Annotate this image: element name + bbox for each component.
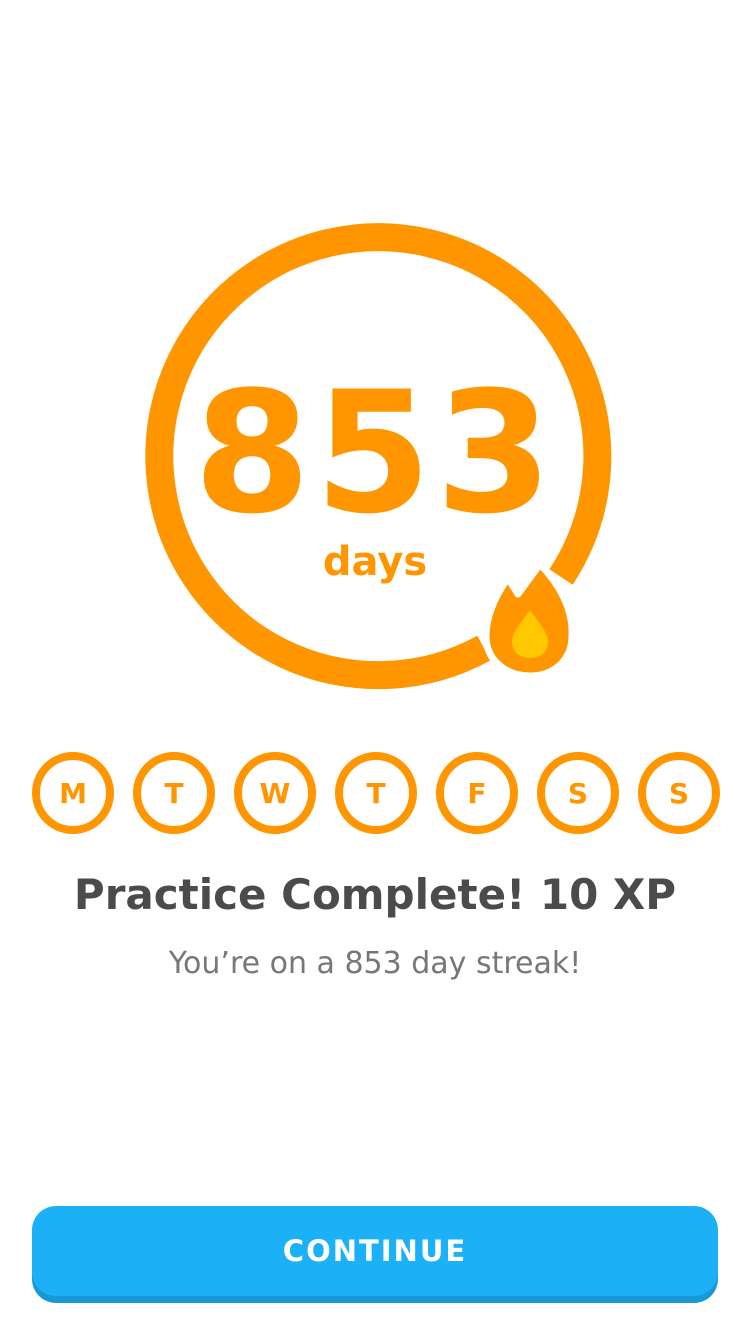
practice-complete-title: Practice Complete! 10 XP	[73, 870, 677, 919]
streak-unit-label: days	[322, 539, 428, 585]
weekday-thursday: T	[335, 752, 417, 834]
continue-button[interactable]: CONTINUE	[32, 1206, 718, 1296]
weekday-friday: F	[436, 752, 518, 834]
weekday-wednesday: W	[234, 752, 316, 834]
weekday-tuesday: T	[133, 752, 215, 834]
weekday-monday: M	[32, 752, 114, 834]
flame-icon	[482, 560, 576, 680]
weekday-saturday: S	[537, 752, 619, 834]
streak-message: You’re on a 853 day streak!	[168, 946, 582, 981]
weekday-sunday: S	[638, 752, 720, 834]
streak-count: 853	[193, 355, 557, 551]
weekday-tracker: M T W T F S S	[32, 752, 720, 834]
